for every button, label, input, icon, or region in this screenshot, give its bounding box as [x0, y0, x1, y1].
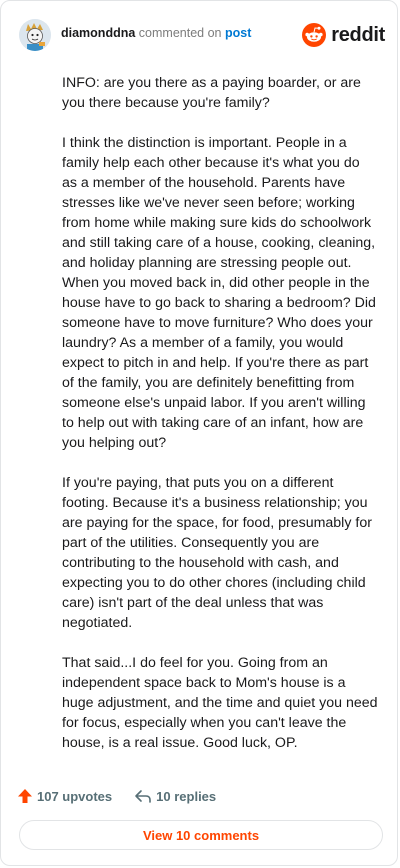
action-text: commented on — [138, 26, 222, 40]
upvote-count: 107 upvotes — [37, 788, 113, 804]
upvote-button[interactable]: 107 upvotes — [17, 788, 112, 804]
username-link[interactable]: diamonddna — [61, 26, 135, 40]
comment-paragraph: If you're paying, that puts you on a dif… — [62, 475, 372, 631]
comment-actions: 107 upvotes 10 replies — [17, 786, 238, 806]
view-comments-button[interactable]: View 10 comments — [19, 820, 383, 850]
comment-paragraph: INFO: are you there as a paying boarder,… — [62, 75, 361, 111]
reddit-logo[interactable]: reddit — [302, 19, 385, 51]
user-avatar[interactable] — [19, 19, 51, 51]
post-link[interactable]: post — [225, 26, 251, 40]
upvote-arrow-icon — [18, 789, 32, 803]
avatar-illustration-icon — [19, 19, 51, 51]
reply-arrow-icon — [135, 790, 151, 803]
reddit-snoo-icon — [302, 23, 327, 47]
brand-wordmark: reddit — [331, 23, 385, 46]
comment-card: diamonddna commented on post reddit INFO… — [0, 0, 398, 866]
comment-meta: diamonddna commented on post — [61, 26, 251, 40]
comment-paragraph: I think the distinction is important. Pe… — [62, 135, 376, 451]
comment-body: INFO: are you there as a paying boarder,… — [62, 73, 378, 773]
reply-count: 10 replies — [156, 788, 217, 804]
comment-header: diamonddna commented on post reddit — [19, 17, 385, 53]
replies-button[interactable]: 10 replies — [134, 788, 216, 804]
comment-paragraph: That said...I do feel for you. Going fro… — [62, 655, 378, 751]
